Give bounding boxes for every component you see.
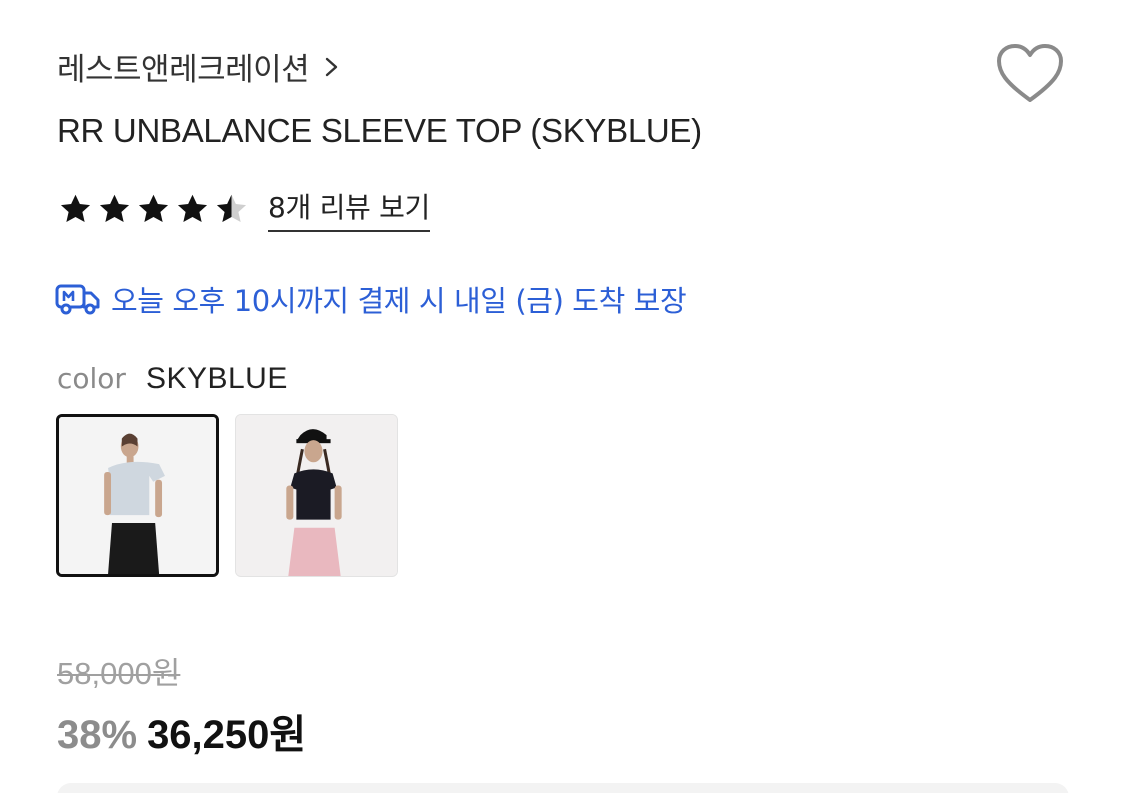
chevron-right-icon [325,57,338,76]
product-thumbnail-skyblue [59,417,216,574]
color-option: color SKYBLUE [57,362,288,396]
star-filled-icon [99,194,130,223]
original-price: 58,000원 [57,656,181,691]
next-section-container [57,783,1069,793]
delivery-truck-icon [55,284,100,315]
sale-price: 36,250원 [147,713,307,757]
rating-stars [57,191,250,227]
brand-name: 레스트앤레크레이션 [57,52,310,88]
star-filled-icon [60,194,91,223]
color-swatch-skyblue[interactable] [56,414,219,577]
color-label: color [57,362,126,395]
discount-rate: 38% [57,713,138,757]
product-thumbnail-black [236,415,397,576]
brand-link[interactable]: 레스트앤레크레이션 [57,44,341,89]
star-half-icon [216,194,247,223]
color-value: SKYBLUE [145,362,288,395]
delivery-guarantee: 오늘 오후 10시까지 결제 시 내일 (금) 도착 보장 [55,278,687,320]
star-filled-icon [177,194,208,223]
product-detail-panel: 레스트앤레크레이션 RR UNBALANCE SLEEVE TOP (SKYBL… [0,0,1125,793]
color-swatches [56,414,398,577]
rating-row: 8개 리뷰 보기 [57,186,430,232]
sale-price-row: 38% 36,250원 [57,702,306,760]
star-filled-icon [138,194,169,223]
heart-outline-icon[interactable] [995,42,1065,106]
review-link[interactable]: 8개 리뷰 보기 [268,186,430,232]
color-swatch-black[interactable] [235,414,398,577]
delivery-text: 오늘 오후 10시까지 결제 시 내일 (금) 도착 보장 [111,284,687,318]
product-title: RR UNBALANCE SLEEVE TOP (SKYBLUE) [57,112,702,149]
